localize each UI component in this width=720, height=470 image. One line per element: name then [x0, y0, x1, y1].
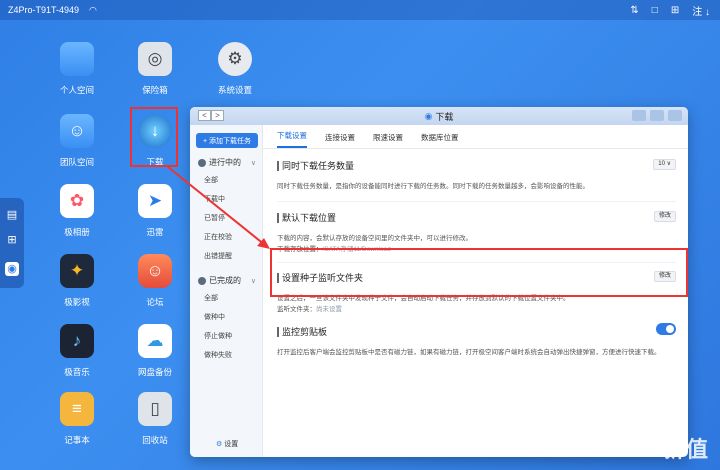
annotation-arrow: [167, 166, 270, 249]
watermark: 新值: [661, 437, 710, 462]
